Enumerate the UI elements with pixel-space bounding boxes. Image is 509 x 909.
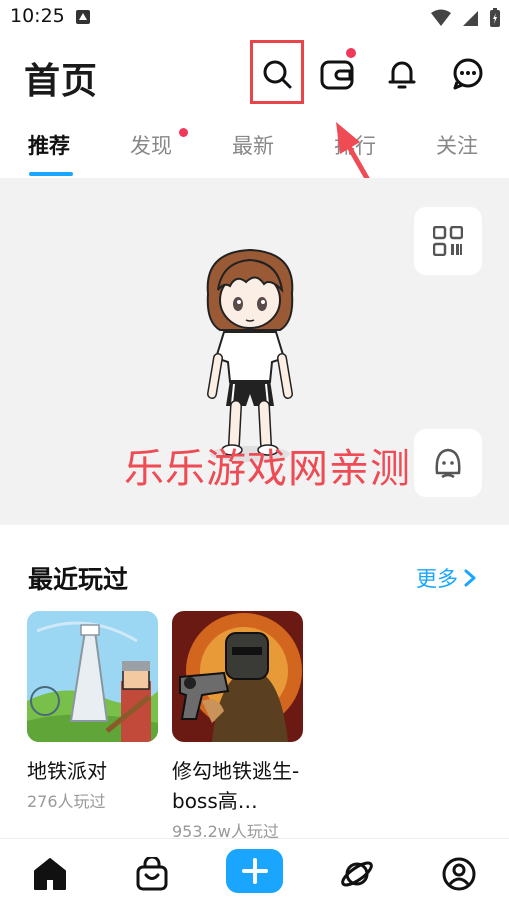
bag-icon xyxy=(136,857,168,891)
tab-bar: 推荐 发现 最新 排行 关注 xyxy=(0,120,509,178)
wallet-button[interactable] xyxy=(317,54,357,94)
home-icon xyxy=(34,858,66,890)
discover-badge-dot xyxy=(179,128,188,137)
game-thumbnail xyxy=(27,611,158,742)
nav-profile[interactable] xyxy=(437,852,481,896)
signal-icon xyxy=(463,11,478,26)
header: 首页 xyxy=(0,40,509,110)
plus-icon xyxy=(241,858,268,884)
battery-icon xyxy=(490,8,500,27)
nav-explore[interactable] xyxy=(335,852,379,896)
character-avatar xyxy=(206,248,294,462)
avatar-banner[interactable]: 乐乐游戏网亲测 xyxy=(0,178,509,525)
status-bar: 10:25 xyxy=(0,0,509,34)
game-thumbnail xyxy=(172,611,303,742)
search-button[interactable] xyxy=(257,54,297,94)
page-title: 首页 xyxy=(24,61,99,102)
bell-icon xyxy=(388,61,416,89)
qr-code-icon xyxy=(433,226,463,256)
face-avatar-button[interactable] xyxy=(414,429,482,497)
planet-icon xyxy=(341,861,373,887)
chevron-right-icon xyxy=(464,569,476,587)
game-card[interactable]: 修勾地铁逃生-boss高… 953.2w人玩过 xyxy=(172,611,304,842)
tab-latest[interactable]: 最新 xyxy=(232,130,274,160)
wallet-badge-dot xyxy=(346,48,356,58)
tab-follow[interactable]: 关注 xyxy=(436,130,478,160)
game-name: 地铁派对 xyxy=(27,759,107,783)
create-button[interactable] xyxy=(226,849,283,893)
wallet-icon xyxy=(320,60,354,90)
search-icon xyxy=(263,60,292,89)
game-play-count: 276人玩过 xyxy=(27,792,106,811)
notifications-button[interactable] xyxy=(382,54,422,94)
status-indicators xyxy=(431,8,501,28)
messages-button[interactable] xyxy=(448,54,488,94)
tab-recommend[interactable]: 推荐 xyxy=(28,130,70,160)
wifi-icon xyxy=(431,9,451,26)
qr-code-button[interactable] xyxy=(414,207,482,275)
tab-active-indicator xyxy=(29,172,73,176)
more-link[interactable]: 更多 xyxy=(416,563,476,593)
tab-discover[interactable]: 发现 xyxy=(130,130,172,160)
avatar-face-icon xyxy=(435,448,461,479)
more-link-label: 更多 xyxy=(416,567,458,591)
game-card[interactable]: 地铁派对 276人玩过 xyxy=(27,611,159,812)
nav-home[interactable] xyxy=(28,852,72,896)
profile-icon xyxy=(442,857,476,891)
status-time: 10:25 xyxy=(10,5,65,27)
message-icon xyxy=(453,58,483,90)
nav-store[interactable] xyxy=(130,852,174,896)
game-name: 修勾地铁逃生-boss高… xyxy=(172,759,300,813)
notification-icon xyxy=(76,10,90,24)
bottom-nav xyxy=(0,838,509,909)
watermark-text: 乐乐游戏网亲测 xyxy=(124,446,411,492)
recent-section-title: 最近玩过 xyxy=(28,565,129,594)
